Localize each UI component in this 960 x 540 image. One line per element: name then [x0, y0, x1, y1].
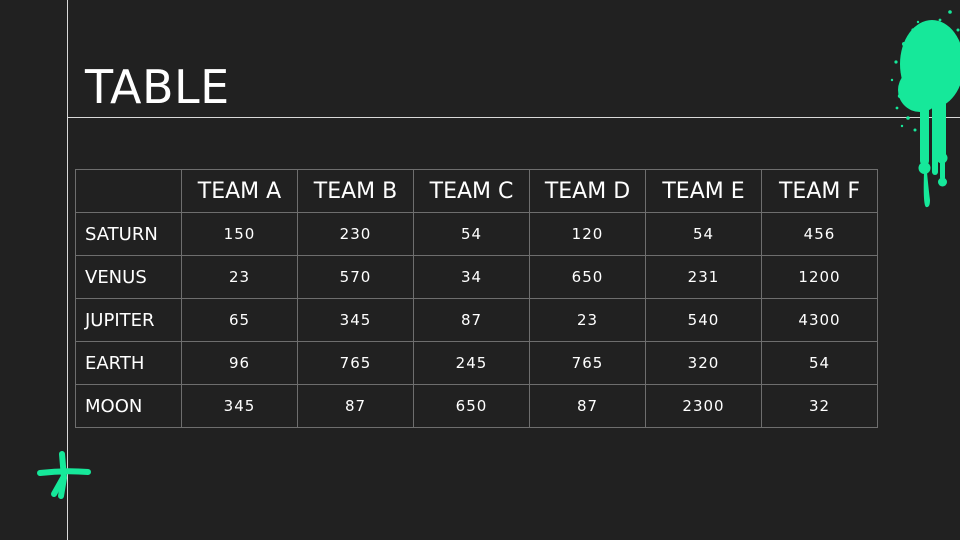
- table-cell: 150: [181, 212, 298, 256]
- column-header: TEAM A: [181, 169, 298, 213]
- table-cell: 65: [181, 298, 298, 342]
- table-cell: 231: [645, 255, 762, 299]
- table-header-row: TEAM A TEAM B TEAM C TEAM D TEAM E TEAM …: [75, 169, 878, 213]
- table-cell: 540: [645, 298, 762, 342]
- row-label: SATURN: [75, 212, 182, 256]
- paint-splash-icon: [890, 10, 960, 208]
- table-cell: 96: [181, 341, 298, 385]
- table-cell: 120: [529, 212, 646, 256]
- table-cell: 345: [181, 384, 298, 428]
- row-label: EARTH: [75, 341, 182, 385]
- column-header: TEAM E: [645, 169, 762, 213]
- row-label: VENUS: [75, 255, 182, 299]
- column-header: TEAM F: [761, 169, 878, 213]
- slide: TABLE TEAM A TEAM B TEAM C TEAM D TEAM E…: [0, 0, 960, 540]
- table-cell: 245: [413, 341, 530, 385]
- table-row: MOON 345 87 650 87 2300 32: [75, 384, 878, 428]
- column-header: TEAM C: [413, 169, 530, 213]
- table-row: VENUS 23 570 34 650 231 1200: [75, 255, 878, 299]
- table-cell: 570: [297, 255, 414, 299]
- table-row: SATURN 150 230 54 120 54 456: [75, 212, 878, 256]
- column-header: TEAM B: [297, 169, 414, 213]
- table-cell: 230: [297, 212, 414, 256]
- table-cell: 87: [297, 384, 414, 428]
- table-row: JUPITER 65 345 87 23 540 4300: [75, 298, 878, 342]
- table-cell: 765: [529, 341, 646, 385]
- table-cell: 2300: [645, 384, 762, 428]
- slide-title: TABLE: [85, 60, 230, 114]
- star-doodle-icon: [37, 451, 91, 499]
- table-row: EARTH 96 765 245 765 320 54: [75, 341, 878, 385]
- header-corner-cell: [75, 169, 182, 213]
- table-cell: 765: [297, 341, 414, 385]
- table-cell: 23: [529, 298, 646, 342]
- table-cell: 87: [529, 384, 646, 428]
- data-table: TEAM A TEAM B TEAM C TEAM D TEAM E TEAM …: [75, 169, 878, 428]
- row-label: MOON: [75, 384, 182, 428]
- row-label: JUPITER: [75, 298, 182, 342]
- table-cell: 650: [413, 384, 530, 428]
- table-cell: 23: [181, 255, 298, 299]
- table-cell: 456: [761, 212, 878, 256]
- table-cell: 320: [645, 341, 762, 385]
- table-cell: 54: [413, 212, 530, 256]
- table-cell: 54: [645, 212, 762, 256]
- table-cell: 4300: [761, 298, 878, 342]
- table-cell: 32: [761, 384, 878, 428]
- table-cell: 650: [529, 255, 646, 299]
- table-cell: 1200: [761, 255, 878, 299]
- table-cell: 345: [297, 298, 414, 342]
- table-cell: 54: [761, 341, 878, 385]
- table-cell: 34: [413, 255, 530, 299]
- table-cell: 87: [413, 298, 530, 342]
- title-underline-rule: [67, 117, 960, 118]
- column-header: TEAM D: [529, 169, 646, 213]
